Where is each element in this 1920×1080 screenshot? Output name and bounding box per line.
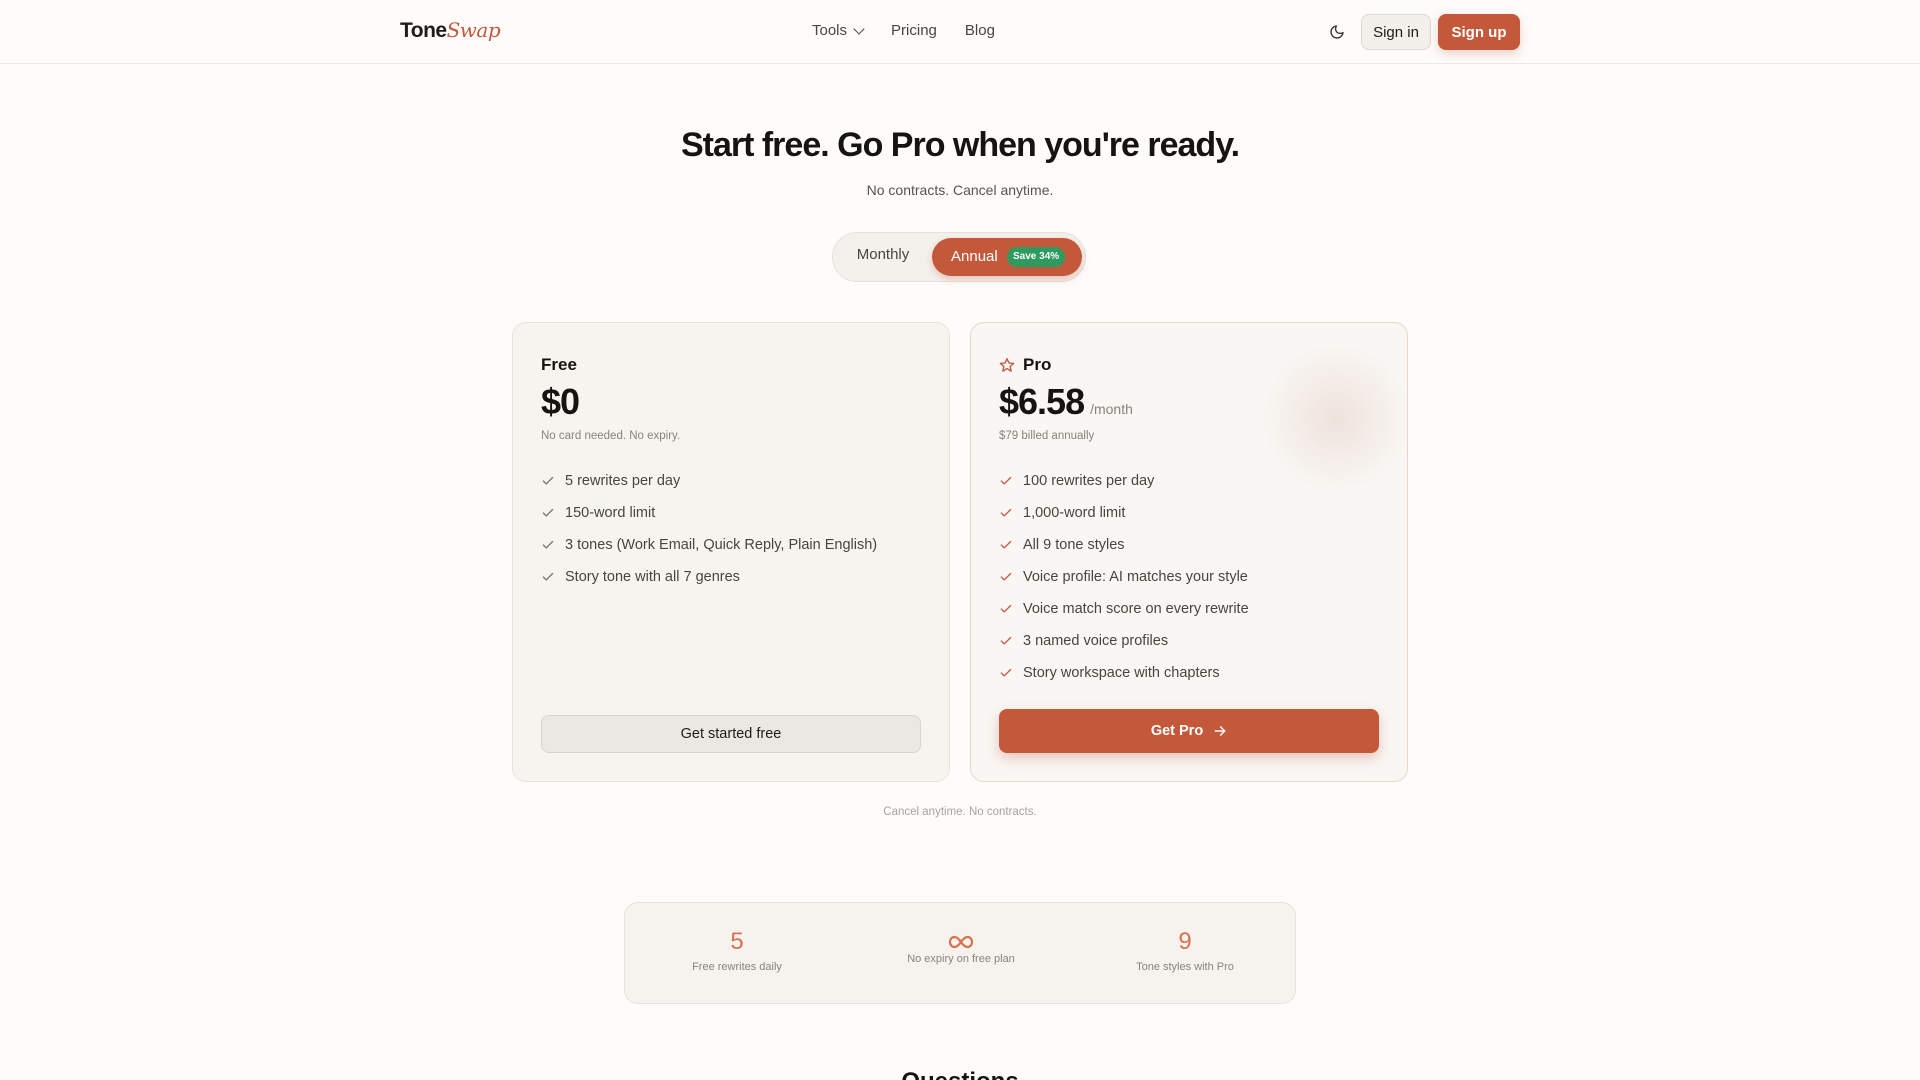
list-item: 100 rewrites per day xyxy=(999,465,1249,497)
list-item: Story workspace with chapters xyxy=(999,657,1249,689)
nav-pricing-label: Pricing xyxy=(891,22,937,39)
plan-note-pro: $79 billed annually xyxy=(999,430,1095,442)
feature-text: All 9 tone styles xyxy=(1023,537,1125,553)
feature-text: Story workspace with chapters xyxy=(1023,665,1220,681)
cancel-note: Cancel anytime. No contracts. xyxy=(883,806,1037,818)
billing-annual-option[interactable]: Annual Save 34% xyxy=(932,238,1082,276)
check-icon xyxy=(542,540,554,549)
plan-note-free: No card needed. No expiry. xyxy=(541,430,681,442)
stat-label: Free rewrites daily xyxy=(692,961,782,973)
logo[interactable]: ToneSwap xyxy=(400,18,501,43)
infinity-icon xyxy=(948,935,974,949)
check-icon xyxy=(1000,508,1012,517)
logo-main: Tone xyxy=(400,19,447,42)
stats-panel: 5 Free rewrites daily No expiry on free … xyxy=(624,902,1296,1004)
plan-price-free-value: $0 xyxy=(541,381,580,422)
stat-label: No expiry on free plan xyxy=(907,953,1015,965)
plan-price-free: $0 xyxy=(541,381,580,423)
feature-text: Voice match score on every rewrite xyxy=(1023,601,1249,617)
theme-toggle-button[interactable] xyxy=(1325,20,1349,44)
logo-accent: Swap xyxy=(446,18,501,42)
sign-in-button[interactable]: Sign in xyxy=(1361,14,1431,50)
save-badge: Save 34% xyxy=(1007,247,1066,267)
stat-value: 9 xyxy=(1178,928,1192,955)
decorative-glow xyxy=(1261,343,1407,493)
stat-tone-styles: 9 Tone styles with Pro xyxy=(1085,927,1285,973)
stat-no-expiry: No expiry on free plan xyxy=(861,927,1061,965)
list-item: 1,000-word limit xyxy=(999,497,1249,529)
feature-text: 100 rewrites per day xyxy=(1023,473,1155,489)
feature-text: 1,000-word limit xyxy=(1023,505,1126,521)
check-icon xyxy=(1000,540,1012,549)
plan-price-pro-period: /month xyxy=(1090,401,1133,417)
plan-name-free: Free xyxy=(541,355,577,375)
feature-text: 3 named voice profiles xyxy=(1023,633,1169,649)
check-icon xyxy=(542,572,554,581)
list-item: 3 named voice profiles xyxy=(999,625,1249,657)
list-item: Voice match score on every rewrite xyxy=(999,593,1249,625)
stat-label: Tone styles with Pro xyxy=(1136,961,1234,973)
plan-card-free: Free $0 No card needed. No expiry. 5 rew… xyxy=(512,322,950,782)
billing-monthly-option[interactable]: Monthly xyxy=(847,246,919,263)
list-item: Voice profile: AI matches your style xyxy=(999,561,1249,593)
stat-value: 5 xyxy=(730,928,744,955)
main-nav: Tools Pricing Blog xyxy=(812,22,995,39)
nav-blog-label: Blog xyxy=(964,22,995,39)
get-pro-label: Get Pro xyxy=(1150,723,1204,739)
get-started-free-button[interactable]: Get started free xyxy=(541,715,921,753)
page-subtitle: No contracts. Cancel anytime. xyxy=(866,182,1054,198)
list-item: Story tone with all 7 genres xyxy=(541,561,877,593)
check-icon xyxy=(542,476,554,485)
site-header: ToneSwap Tools Pricing Blog Sign in Sign… xyxy=(0,0,1920,64)
check-icon xyxy=(1000,572,1012,581)
questions-heading: Questions xyxy=(0,1068,1920,1080)
nav-pricing[interactable]: Pricing xyxy=(891,22,937,39)
billing-toggle: Monthly Annual Save 34% xyxy=(832,232,1086,282)
list-item: All 9 tone styles xyxy=(999,529,1249,561)
sign-up-button[interactable]: Sign up xyxy=(1438,14,1520,50)
feature-list-pro: 100 rewrites per day 1,000-word limit Al… xyxy=(999,465,1249,689)
check-icon xyxy=(1000,476,1012,485)
list-item: 150-word limit xyxy=(541,497,877,529)
arrow-right-icon xyxy=(1214,726,1226,736)
check-icon xyxy=(1000,636,1012,645)
moon-icon xyxy=(1330,25,1344,39)
feature-text: 150-word limit xyxy=(565,505,656,521)
check-icon xyxy=(1000,604,1012,613)
nav-tools-label: Tools xyxy=(812,22,848,39)
star-icon xyxy=(999,358,1015,372)
feature-text: 3 tones (Work Email, Quick Reply, Plain … xyxy=(565,537,878,553)
billing-annual-label: Annual xyxy=(951,248,998,265)
nav-blog[interactable]: Blog xyxy=(965,22,995,39)
stat-free-rewrites: 5 Free rewrites daily xyxy=(637,927,837,973)
feature-text: Story tone with all 7 genres xyxy=(565,569,740,585)
feature-text: 5 rewrites per day xyxy=(565,473,681,489)
plan-name-pro-label: Pro xyxy=(1023,355,1052,374)
plan-price-pro: $6.58 /month xyxy=(999,381,1133,423)
feature-text: Voice profile: AI matches your style xyxy=(1023,569,1248,585)
feature-list-free: 5 rewrites per day 150-word limit 3 tone… xyxy=(541,465,877,593)
plan-name-pro: Pro xyxy=(999,355,1051,375)
plan-name-free-label: Free xyxy=(541,355,577,374)
list-item: 3 tones (Work Email, Quick Reply, Plain … xyxy=(541,529,877,561)
list-item: 5 rewrites per day xyxy=(541,465,877,497)
nav-tools[interactable]: Tools xyxy=(812,22,865,39)
check-icon xyxy=(1000,668,1012,677)
plan-price-pro-value: $6.58 xyxy=(999,381,1085,422)
check-icon xyxy=(542,508,554,517)
plan-card-pro: Pro $6.58 /month $79 billed annually 100… xyxy=(970,322,1408,782)
get-pro-button[interactable]: Get Pro xyxy=(999,709,1379,753)
chevron-down-icon xyxy=(853,22,865,35)
page-title: Start free. Go Pro when you're ready. xyxy=(680,126,1240,164)
